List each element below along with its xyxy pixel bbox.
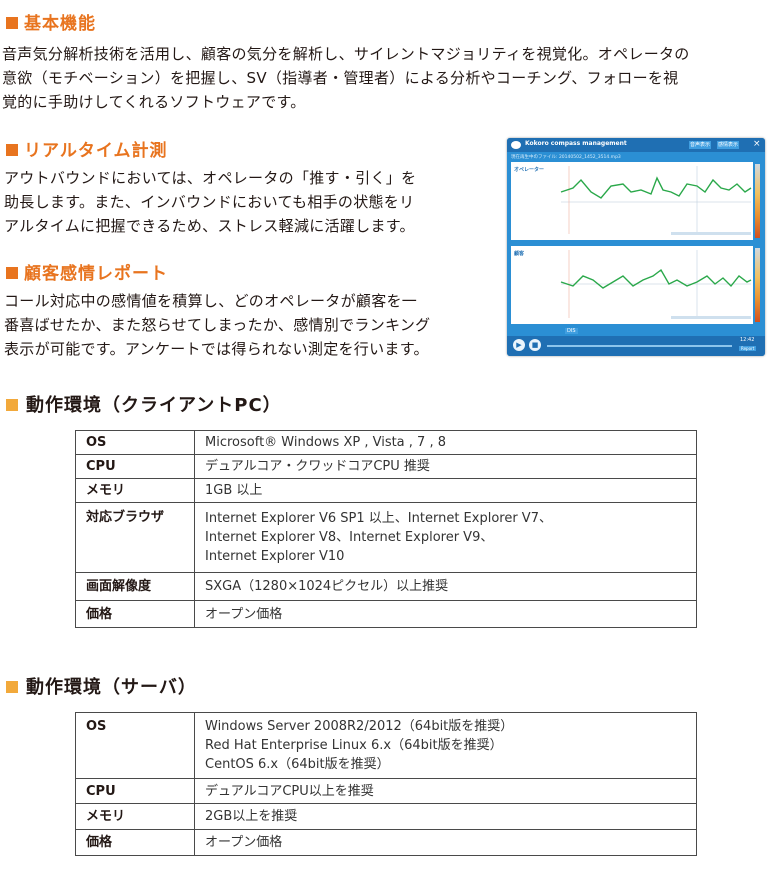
square-bullet-icon bbox=[6, 681, 18, 693]
app-file-line: 現在再生中のファイル: 20140502_1452_3514.mp3 bbox=[511, 155, 621, 160]
app-title: Kokoro compass management bbox=[525, 140, 627, 147]
playback-time: 12:42 bbox=[740, 337, 755, 343]
row-value: デュアルコアCPU以上を推奨 bbox=[194, 778, 697, 804]
text-line: 覚的に手助けしてくれるソフトウェアです。 bbox=[2, 93, 306, 111]
text-line: アウトバウンドにおいては、オペレータの「推す・引く」を bbox=[4, 169, 417, 187]
text-line: 助長します。また、インバウンドにおいても相手の状態をリ bbox=[4, 193, 415, 211]
server-env-table: OS Windows Server 2008R2/2012（64bit版を推奨）… bbox=[75, 712, 697, 856]
row-key: CPU bbox=[75, 454, 195, 479]
play-icon: ▶ bbox=[513, 339, 525, 351]
section-heading-client-env: 動作環境（クライアントPC） bbox=[6, 391, 282, 417]
row-key: OS bbox=[75, 430, 195, 455]
app-screenshot: Kokoro compass management 音声表示 感情表示 × 現在… bbox=[507, 138, 765, 356]
row-key: 価格 bbox=[75, 829, 195, 856]
row-key: 画面解像度 bbox=[75, 572, 195, 601]
text-line: コール対応中の感情値を積算し、どのオペレータが顧客を一 bbox=[4, 292, 418, 310]
text-line: 音声気分解析技術を活用し、顧客の気分を解析し、サイレントマジョリティを視覚化。オ… bbox=[2, 45, 690, 63]
app-tab-emotion: 感情表示 bbox=[717, 141, 739, 149]
row-key: メモリ bbox=[75, 478, 195, 503]
row-value: Windows Server 2008R2/2012（64bit版を推奨） Re… bbox=[194, 712, 697, 779]
square-bullet-icon bbox=[6, 399, 18, 411]
row-value: Internet Explorer V6 SP1 以上、Internet Exp… bbox=[194, 502, 697, 573]
app-tab-voice: 音声表示 bbox=[689, 141, 711, 149]
row-key: CPU bbox=[75, 778, 195, 804]
square-bullet-icon bbox=[6, 144, 18, 156]
text-line: 表示が可能です。アンケートでは得られない測定を行います。 bbox=[4, 340, 429, 358]
row-key: OS bbox=[75, 712, 195, 779]
text-line: アルタイムに把握できるため、ストレス軽減に活躍します。 bbox=[4, 217, 415, 235]
section-heading-emotion-report: 顧客感情レポート bbox=[6, 259, 168, 284]
row-value: オープン価格 bbox=[194, 829, 697, 856]
table-row: 画面解像度 SXGA（1280×1024ピクセル）以上推奨 bbox=[75, 572, 697, 601]
seek-bar bbox=[547, 345, 732, 347]
table-row: 価格 オープン価格 bbox=[75, 600, 697, 628]
table-row: CPU デュアルコアCPU以上を推奨 bbox=[75, 778, 697, 804]
report-button: Report bbox=[739, 346, 757, 351]
row-key: メモリ bbox=[75, 803, 195, 830]
table-row: OS Microsoft® Windows XP , Vista , 7 , 8 bbox=[75, 430, 697, 455]
dis-label: DIS bbox=[565, 328, 578, 334]
heading-text: 顧客感情レポート bbox=[24, 264, 168, 284]
square-bullet-icon bbox=[6, 267, 18, 279]
row-value: オープン価格 bbox=[194, 600, 697, 628]
heading-text: 動作環境（サーバ） bbox=[26, 677, 197, 698]
table-row: 対応ブラウザ Internet Explorer V6 SP1 以上、Inter… bbox=[75, 502, 697, 573]
table-row: CPU デュアルコア・クワッドコアCPU 推奨 bbox=[75, 454, 697, 479]
section-heading-server-env: 動作環境（サーバ） bbox=[6, 673, 197, 699]
emotion-report-description: コール対応中の感情値を積算し、どのオペレータが顧客を一 番喜ばせたか、また怒らせ… bbox=[4, 289, 430, 361]
close-icon: × bbox=[753, 139, 761, 149]
operator-level-meter bbox=[755, 164, 760, 238]
customer-graph-panel: 顧客 bbox=[511, 246, 753, 324]
square-bullet-icon bbox=[6, 17, 18, 29]
stop-icon: ■ bbox=[529, 339, 541, 351]
table-row: OS Windows Server 2008R2/2012（64bit版を推奨）… bbox=[75, 712, 697, 779]
client-env-table: OS Microsoft® Windows XP , Vista , 7 , 8… bbox=[75, 430, 697, 628]
section-heading-basic: 基本機能 bbox=[6, 9, 96, 34]
row-value: 1GB 以上 bbox=[194, 478, 697, 503]
row-value: Microsoft® Windows XP , Vista , 7 , 8 bbox=[194, 430, 697, 455]
basic-description: 音声気分解析技術を活用し、顧客の気分を解析し、サイレントマジョリティを視覚化。オ… bbox=[2, 42, 690, 114]
table-row: メモリ 1GB 以上 bbox=[75, 478, 697, 503]
operator-graph bbox=[560, 166, 752, 235]
row-value: デュアルコア・クワッドコアCPU 推奨 bbox=[194, 454, 697, 479]
heading-text: 動作環境（クライアントPC） bbox=[26, 395, 282, 416]
customer-level-meter bbox=[755, 248, 760, 322]
row-value: SXGA（1280×1024ピクセル）以上推奨 bbox=[194, 572, 697, 601]
heading-text: 基本機能 bbox=[24, 14, 96, 34]
heading-text: リアルタイム計測 bbox=[24, 141, 168, 161]
row-value: 2GB以上を推奨 bbox=[194, 803, 697, 830]
text-line: 意欲（モチベーション）を把握し、SV（指導者・管理者）による分析やコーチング、フ… bbox=[2, 69, 679, 87]
row-key: 価格 bbox=[75, 600, 195, 628]
realtime-description: アウトバウンドにおいては、オペレータの「推す・引く」を 助長します。また、インバ… bbox=[4, 166, 416, 238]
section-heading-realtime: リアルタイム計測 bbox=[6, 136, 168, 161]
text-line: 番喜ばせたか、また怒らせてしまったか、感情別でランキング bbox=[4, 316, 431, 334]
operator-graph-panel: オペレーター bbox=[511, 162, 753, 240]
row-key: 対応ブラウザ bbox=[75, 502, 195, 573]
table-row: 価格 オープン価格 bbox=[75, 829, 697, 856]
app-logo-icon bbox=[511, 141, 521, 149]
table-row: メモリ 2GB以上を推奨 bbox=[75, 803, 697, 830]
customer-graph bbox=[560, 250, 752, 319]
